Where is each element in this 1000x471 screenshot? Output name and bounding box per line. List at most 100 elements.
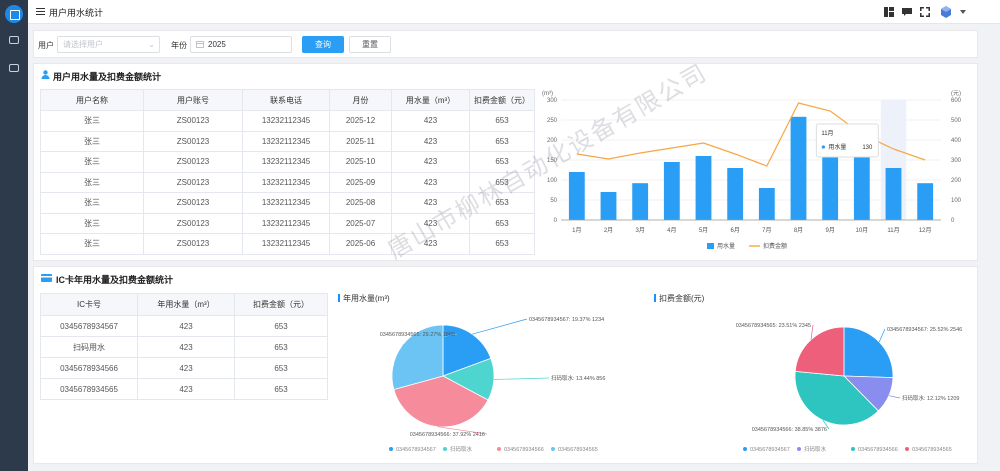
column-header: 用户账号	[143, 89, 243, 111]
user-select[interactable]: 请选择用户 ⌄	[57, 36, 160, 53]
app-logo-icon[interactable]	[5, 5, 23, 23]
ic-card-stats-panel: IC卡年用水量及扣费金额统计 IC卡号 年用水量（m³） 扣费金额（元） 03456…	[33, 266, 978, 464]
table-cell: 张三	[40, 233, 144, 255]
table-cell: 张三	[40, 171, 144, 193]
table-cell: 张三	[40, 192, 144, 214]
y-tick-label: 300	[547, 98, 558, 104]
table-cell: 423	[137, 315, 235, 337]
message-icon[interactable]	[902, 7, 912, 17]
user-select-placeholder: 请选择用户	[63, 40, 103, 49]
table-row: 张三 ZS00123 13232112345 2025-09 423 653	[40, 171, 535, 193]
y2-tick-label: 600	[951, 98, 962, 104]
table-cell: 2025-12	[329, 110, 392, 132]
legend-label: 扫码取水	[450, 445, 473, 453]
table-cell: 423	[137, 336, 235, 358]
annual-water-pie-chart: 年用水量(m³) 0345678934567: 19.37% 1234 扫码取水: …	[338, 293, 605, 453]
reset-button[interactable]: 重置	[349, 36, 391, 53]
legend-label: 0345678934566	[858, 447, 898, 453]
monthly-water-chart: (m³) (元) 0 0 50 100 100 200 150 300 200 400 250 500 30…	[542, 90, 962, 250]
legend-marker	[797, 447, 801, 451]
table-cell: 653	[469, 233, 535, 255]
pie-label-line	[472, 318, 528, 335]
table-header-row: IC卡号 年用水量（m³） 扣费金额（元）	[40, 293, 328, 316]
table-cell: 653	[234, 357, 328, 379]
table-cell: 2025-11	[329, 130, 392, 152]
layout-icon[interactable]	[884, 7, 894, 17]
section-title-user-stats: 用户用水量及扣费金额统计	[53, 72, 162, 82]
legend-marker	[851, 447, 855, 451]
table-cell: 653	[234, 378, 328, 400]
pie-slice	[843, 326, 894, 379]
pie-label: 0345678934565: 23.51% 2345	[736, 323, 811, 329]
sidebar	[0, 0, 28, 471]
table-cell: 13232112345	[242, 233, 330, 255]
pie-label: 扫码取水: 13.44% 856	[551, 374, 605, 382]
x-tick-label: 4月	[667, 227, 676, 234]
column-header: IC卡号	[40, 293, 138, 316]
pie-label-line	[888, 395, 901, 399]
table-cell: ZS00123	[143, 192, 243, 214]
table-cell: ZS00123	[143, 233, 243, 255]
table-cell: 653	[469, 110, 535, 132]
bar-1月	[568, 172, 585, 220]
x-tick-label: 9月	[825, 227, 834, 234]
legend-label: 扫码取水	[804, 445, 827, 453]
pie-chart-title: 扣费金额(元)	[659, 293, 705, 303]
page-title: 用户用水统计	[49, 8, 104, 18]
table-cell: 423	[391, 130, 470, 152]
year-picker[interactable]: 2025	[190, 36, 292, 53]
legend-swatch-bar	[707, 243, 714, 249]
bar-11月	[885, 168, 902, 220]
pie-label: 扫码取水: 12.12% 1209	[902, 394, 959, 402]
query-button[interactable]: 查询	[302, 36, 344, 53]
fee-amount-pie-chart: 扣费金额(元) 0345678934567: 25.52% 2546 扫码取水: 1…	[654, 293, 962, 453]
chart-tooltip	[815, 123, 879, 158]
pie-label-line	[878, 328, 886, 343]
legend-marker	[905, 447, 909, 451]
legend-label: 0345678934566	[504, 447, 544, 453]
ic-card-table: IC卡号 年用水量（m³） 扣费金额（元） 0345678934567 423 653 扫…	[40, 293, 328, 400]
y-tick-label: 250	[547, 118, 558, 124]
table-row: 张三 ZS00123 13232112345 2025-12 423 653	[40, 110, 535, 132]
table-cell: 0345678934567	[40, 315, 138, 337]
chevron-down-icon[interactable]	[960, 10, 966, 14]
y2-tick-label: 200	[951, 178, 962, 184]
table-row: 张三 ZS00123 13232112345 2025-07 423 653	[40, 212, 535, 234]
table-row: 张三 ZS00123 13232112345 2025-08 423 653	[40, 192, 535, 214]
y2-axis-title: (元)	[951, 90, 961, 97]
pie-label: 0345678934565: 29.27% 1865	[380, 332, 455, 338]
menu-toggle-icon[interactable]	[36, 8, 45, 15]
table-cell: 13232112345	[242, 110, 330, 132]
column-header: 扣费金额（元）	[234, 293, 328, 316]
monitor-icon[interactable]	[9, 36, 19, 44]
fullscreen-icon[interactable]	[920, 7, 930, 17]
tooltip-title: 11月	[821, 130, 833, 137]
table-cell: ZS00123	[143, 171, 243, 193]
x-tick-label: 6月	[730, 227, 739, 234]
y-tick-label: 200	[547, 138, 558, 144]
avatar[interactable]	[940, 6, 952, 18]
report-icon[interactable]	[9, 64, 19, 72]
table-cell: ZS00123	[143, 212, 243, 234]
y2-tick-label: 100	[951, 198, 962, 204]
bar-2月	[600, 192, 617, 220]
y-tick-label: 150	[547, 158, 558, 164]
table-cell: ZS00123	[143, 151, 243, 173]
column-header: 扣费金额（元）	[469, 89, 535, 111]
table-cell: 423	[391, 192, 470, 214]
user-stats-panel: 用户用水量及扣费金额统计 用户名称 用户账号 联系电话 月份 用水量（m³） 扣费金额（元…	[33, 63, 978, 261]
pie-label: 0345678934566: 38.85% 3876	[752, 427, 827, 433]
legend-label: 0345678934567	[750, 447, 790, 453]
table-cell: 2025-10	[329, 151, 392, 173]
y2-tick-label: 300	[951, 158, 962, 164]
title-accent-bar	[654, 294, 656, 302]
pie-chart-title: 年用水量(m³)	[343, 293, 390, 303]
table-row: 扫码用水 423 653	[40, 336, 328, 358]
pie-label-line	[493, 377, 550, 380]
table-cell: 13232112345	[242, 192, 330, 214]
table-cell: ZS00123	[143, 130, 243, 152]
table-cell: 张三	[40, 212, 144, 234]
table-cell: 张三	[40, 151, 144, 173]
table-row: 张三 ZS00123 13232112345 2025-11 423 653	[40, 130, 535, 152]
pie-label: 0345678934566: 37.92% 2416	[410, 432, 485, 438]
